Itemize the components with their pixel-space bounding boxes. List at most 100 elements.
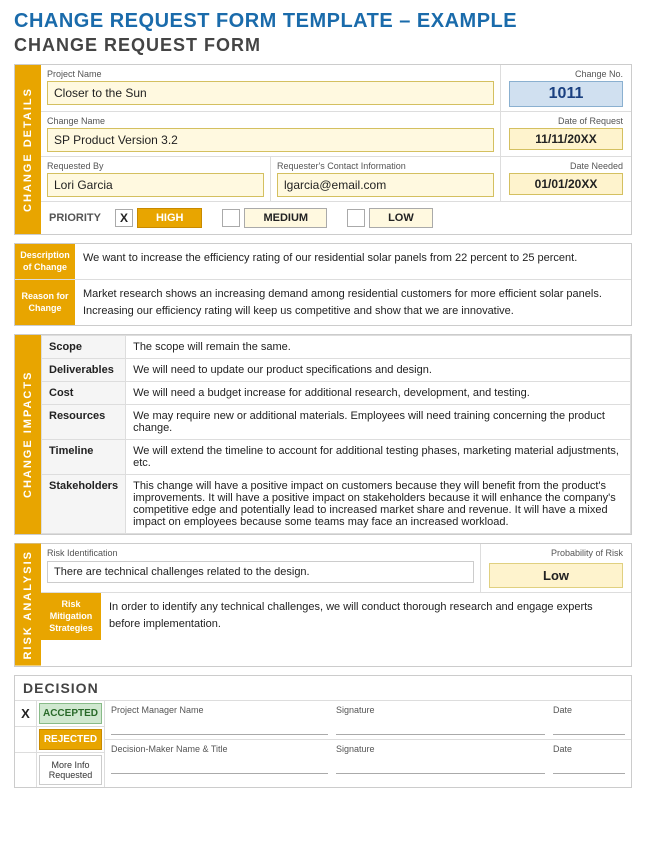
change-no-field: Change No. 1011 — [501, 65, 631, 112]
reason-label: Reason for Change — [15, 280, 75, 325]
change-impacts-label: CHANGE IMPACTS — [15, 335, 41, 534]
pm-date-value[interactable] — [553, 717, 625, 735]
decision-section: DECISION X ACCEPTED REJECTED More Info R… — [14, 675, 632, 788]
probability-value: Low — [489, 563, 623, 588]
contact-label: Requester's Contact Information — [277, 161, 494, 171]
impact-label-4: Timeline — [42, 440, 126, 475]
impact-label-5: Stakeholders — [42, 475, 126, 534]
more-info-status[interactable]: More Info Requested — [39, 755, 102, 785]
dm-date-field: Date — [545, 744, 625, 774]
dm-name-label: Decision-Maker Name & Title — [111, 744, 328, 754]
impact-row-4: Timeline We will extend the timeline to … — [42, 440, 631, 475]
risk-id-label: Risk Identification — [47, 548, 474, 558]
sub-title: CHANGE REQUEST FORM — [14, 35, 632, 56]
pm-name-label: Project Manager Name — [111, 705, 328, 715]
dm-signature-value[interactable] — [336, 756, 545, 774]
dm-date-value[interactable] — [553, 756, 625, 774]
priority-medium-checkbox[interactable] — [222, 209, 240, 227]
decision-signatures: Project Manager Name Signature Date — [105, 701, 631, 787]
impact-row-3: Resources We may require new or addition… — [42, 405, 631, 440]
change-no-label: Change No. — [509, 69, 623, 79]
impact-row-5: Stakeholders This change will have a pos… — [42, 475, 631, 534]
project-name-label: Project Name — [47, 69, 494, 79]
decision-body: X ACCEPTED REJECTED More Info Requested — [15, 701, 631, 787]
impact-text-0: The scope will remain the same. — [126, 336, 631, 359]
change-name-value[interactable]: SP Product Version 3.2 — [47, 128, 494, 152]
mitigation-text: In order to identify any technical chall… — [101, 593, 631, 640]
change-details-content: Project Name Closer to the Sun Change No… — [41, 65, 631, 234]
impact-label-0: Scope — [42, 336, 126, 359]
pm-signature-field: Signature — [328, 705, 545, 735]
dm-name-field: Decision-Maker Name & Title — [111, 744, 328, 774]
impacts-table: Scope The scope will remain the same. De… — [41, 335, 631, 534]
reason-text: Market research shows an increasing dema… — [75, 280, 631, 325]
impact-text-3: We may require new or additional materia… — [126, 405, 631, 440]
impact-text-1: We will need to update our product speci… — [126, 359, 631, 382]
impact-label-2: Cost — [42, 382, 126, 405]
priority-low-btn[interactable]: LOW — [369, 208, 433, 228]
impact-label-1: Deliverables — [42, 359, 126, 382]
priority-low-option[interactable]: LOW — [347, 208, 433, 228]
priority-high-option[interactable]: X HIGH — [115, 208, 203, 228]
risk-id-value[interactable]: There are technical challenges related t… — [47, 561, 474, 583]
date-needed-value: 01/01/20XX — [509, 173, 623, 195]
accepted-x-box: X — [15, 701, 37, 726]
probability-label: Probability of Risk — [489, 548, 623, 558]
decision-label: DECISION — [23, 680, 99, 696]
reason-row: Reason for Change Market research shows … — [15, 280, 631, 325]
sig-row-2: Decision-Maker Name & Title Signature Da… — [105, 740, 631, 778]
date-needed-field: Date Needed 01/01/20XX — [501, 157, 631, 201]
requested-by-value[interactable]: Lori Garcia — [47, 173, 264, 197]
change-name-label: Change Name — [47, 116, 494, 126]
risk-probability-field: Probability of Risk Low — [481, 544, 631, 592]
sig-row-1: Project Manager Name Signature Date — [105, 701, 631, 740]
mitigation-label: Risk Mitigation Strategies — [41, 593, 101, 640]
priority-label: PRIORITY — [49, 212, 101, 224]
description-section: Description of Change We want to increas… — [14, 243, 632, 326]
pm-date-field: Date — [545, 705, 625, 735]
date-of-request-field: Date of Request 11/11/20XX — [501, 112, 631, 157]
priority-low-checkbox[interactable] — [347, 209, 365, 227]
project-name-value[interactable]: Closer to the Sun — [47, 81, 494, 105]
pm-signature-label: Signature — [336, 705, 545, 715]
impact-text-5: This change will have a positive impact … — [126, 475, 631, 534]
more-info-x-box — [15, 753, 37, 787]
change-name-field: Change Name SP Product Version 3.2 — [41, 112, 501, 157]
date-needed-label: Date Needed — [509, 161, 623, 171]
impact-row-0: Scope The scope will remain the same. — [42, 336, 631, 359]
project-name-field: Project Name Closer to the Sun — [41, 65, 501, 112]
contact-value[interactable]: lgarcia@email.com — [277, 173, 494, 197]
contact-field: Requester's Contact Information lgarcia@… — [271, 157, 501, 201]
impact-text-2: We will need a budget increase for addit… — [126, 382, 631, 405]
risk-top-row: Risk Identification There are technical … — [41, 544, 631, 593]
priority-medium-btn[interactable]: MEDIUM — [244, 208, 327, 228]
dm-name-value[interactable] — [111, 756, 328, 774]
requested-by-field: Requested By Lori Garcia — [41, 157, 271, 201]
impact-row-2: Cost We will need a budget increase for … — [42, 382, 631, 405]
impact-label-3: Resources — [42, 405, 126, 440]
risk-analysis-section: RISK ANALYSIS Risk Identification There … — [14, 543, 632, 667]
rejected-status[interactable]: REJECTED — [39, 729, 102, 750]
rejected-x-box — [15, 727, 37, 752]
pm-date-label: Date — [553, 705, 625, 715]
change-impacts-section: CHANGE IMPACTS Scope The scope will rema… — [14, 334, 632, 535]
accepted-status[interactable]: ACCEPTED — [39, 703, 102, 724]
pm-signature-value[interactable] — [336, 717, 545, 735]
priority-row: PRIORITY X HIGH MEDIUM LOW — [41, 202, 631, 234]
pm-name-value[interactable] — [111, 717, 328, 735]
risk-analysis-content: Risk Identification There are technical … — [41, 544, 631, 666]
priority-medium-option[interactable]: MEDIUM — [222, 208, 327, 228]
requested-by-label: Requested By — [47, 161, 264, 171]
priority-high-btn[interactable]: HIGH — [137, 208, 203, 228]
risk-analysis-label: RISK ANALYSIS — [15, 544, 41, 666]
dm-date-label: Date — [553, 744, 625, 754]
more-info-row: More Info Requested — [15, 753, 104, 787]
description-text: We want to increase the efficiency ratin… — [75, 244, 631, 279]
decision-options: X ACCEPTED REJECTED More Info Requested — [15, 701, 105, 787]
date-of-request-value: 11/11/20XX — [509, 128, 623, 150]
priority-high-checkbox[interactable]: X — [115, 209, 133, 227]
date-of-request-label: Date of Request — [509, 116, 623, 126]
main-title: CHANGE REQUEST FORM TEMPLATE – EXAMPLE — [14, 10, 632, 33]
change-details-label: CHANGE DETAILS — [15, 65, 41, 234]
risk-id-field: Risk Identification There are technical … — [41, 544, 481, 592]
